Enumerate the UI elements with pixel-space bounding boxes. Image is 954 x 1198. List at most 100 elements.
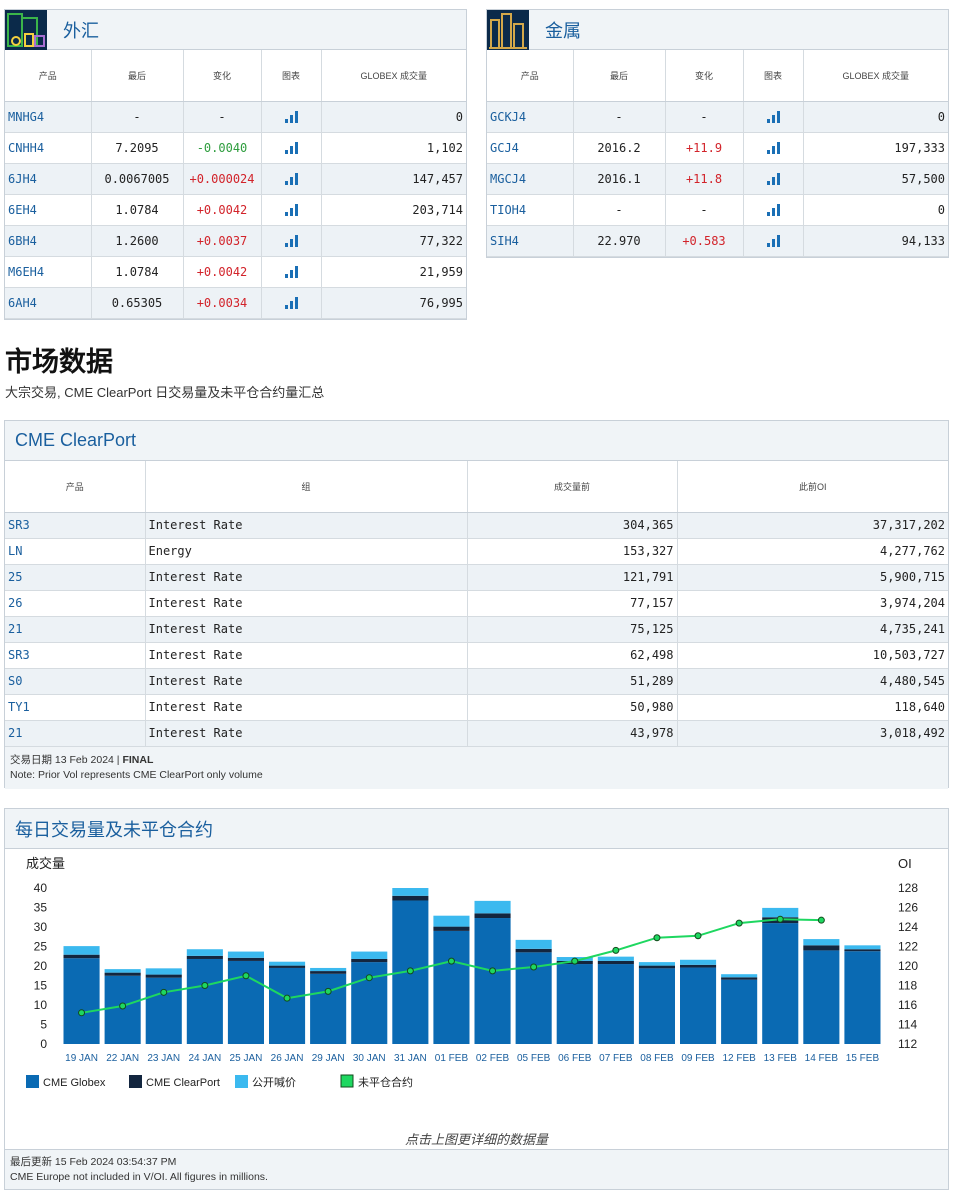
table-row: 6JH4 0.0067005 +0.000024 147,457 [5, 163, 466, 195]
product-link[interactable]: 21 [5, 720, 146, 747]
product-link[interactable]: 6EH4 [5, 194, 92, 226]
prior-volume: 304,365 [467, 512, 678, 539]
table-row: 6BH4 1.2600 +0.0037 77,322 [5, 225, 466, 257]
product-link[interactable]: CNHH4 [5, 132, 92, 164]
table-row: M6EH4 1.0784 +0.0042 21,959 [5, 256, 466, 288]
product-link[interactable]: 6BH4 [5, 225, 92, 257]
oi-point [489, 967, 497, 975]
table-row: 21 Interest Rate 75,125 4,735,241 [5, 616, 948, 643]
prior-oi: 4,735,241 [677, 616, 948, 643]
price-change: +0.583 [665, 225, 744, 257]
bar-segment [638, 968, 675, 1044]
chart-link[interactable] [261, 194, 322, 226]
legend-label: CME Globex [43, 1077, 106, 1089]
x-tick-label: 12 FEB [722, 1053, 756, 1064]
globex-volume: 0 [803, 194, 948, 226]
daily-volume-footnote: 最后更新 15 Feb 2024 03:54:37 PM CME Europe … [5, 1149, 948, 1189]
x-tick-label: 05 FEB [517, 1053, 551, 1064]
product-link[interactable]: MGCJ4 [487, 163, 574, 195]
legend-label: 未平仓合约 [358, 1075, 413, 1089]
table-row: MNHG4- -0 [5, 101, 466, 133]
bar-segment [803, 939, 840, 946]
globex-volume: 57,500 [803, 163, 948, 195]
product-link[interactable]: 25 [5, 564, 146, 591]
globex-volume: 1,102 [321, 132, 466, 164]
clearport-note: Note: Prior Vol represents CME ClearPort… [10, 768, 263, 781]
legend-label: 公开喊价 [252, 1076, 296, 1089]
product-link[interactable]: GCKJ4 [487, 101, 574, 133]
bar-segment [474, 918, 511, 1044]
product-link[interactable]: SR3 [5, 642, 146, 669]
product-link[interactable]: 26 [5, 590, 146, 617]
x-tick-label: 15 FEB [846, 1053, 880, 1064]
x-tick-label: 31 JAN [394, 1053, 427, 1064]
bar-segment [680, 964, 717, 968]
y-tick-label: 30 [34, 920, 48, 934]
y-tick-label: 5 [40, 1018, 47, 1032]
chart-link[interactable] [261, 101, 322, 133]
trade-date-line: 交易日期 13 Feb 2024 | FINAL [10, 753, 943, 768]
product-group: Interest Rate [145, 720, 468, 747]
oi-point [694, 932, 702, 940]
daily-volume-chart[interactable]: 成交量 OI 0 5 10 15 20 25 30 35 40 112 114 116 118 120 122 1… [5, 849, 948, 1149]
prior-oi: 3,018,492 [677, 720, 948, 747]
daily-volume-panel: 每日交易量及未平仓合约 成交量 OI 0 5 10 15 20 25 30 35 40 112 114 1… [4, 808, 949, 1190]
product-link[interactable]: 6JH4 [5, 163, 92, 195]
bar-segment [269, 961, 306, 966]
oi-point [324, 987, 332, 995]
last-updated: 最后更新 15 Feb 2024 03:54:37 PM [10, 1156, 177, 1168]
product-link[interactable]: MNHG4 [5, 101, 92, 133]
product-link[interactable]: 21 [5, 616, 146, 643]
x-tick-label: 24 JAN [188, 1053, 221, 1064]
x-tick-label: 08 FEB [640, 1053, 674, 1064]
chart-link[interactable] [743, 163, 804, 195]
bar-segment [638, 962, 675, 966]
prior-oi: 37,317,202 [677, 512, 948, 539]
product-link[interactable]: 6AH4 [5, 287, 92, 319]
metals-table-header: 产品 最后 变化 图表 GLOBEX 成交量 [487, 50, 948, 102]
chart-link[interactable] [261, 132, 322, 164]
chart-bars-icon [284, 235, 298, 248]
chart-link[interactable] [261, 163, 322, 195]
x-tick-label: 29 JAN [312, 1053, 345, 1064]
clearport-col-volume: 成交量前 [467, 461, 678, 513]
bar-segment [721, 979, 758, 1044]
product-link[interactable]: S0 [5, 668, 146, 695]
product-group: Interest Rate [145, 668, 468, 695]
chart-link[interactable] [743, 101, 804, 133]
chart-link[interactable] [743, 194, 804, 226]
table-row: LN Energy 153,327 4,277,762 [5, 538, 948, 565]
fx-logo-icon [5, 9, 47, 50]
oi-point [817, 916, 825, 924]
bar-segment [597, 960, 634, 965]
chart-link[interactable] [261, 256, 322, 288]
globex-volume: 0 [803, 101, 948, 133]
fx-title: 外汇 [63, 20, 99, 41]
bar-segment [310, 971, 347, 974]
trade-date-label: 交易日期 13 Feb 2024 | [10, 753, 123, 766]
bar-segment [310, 967, 347, 972]
product-link[interactable]: SIH4 [487, 225, 574, 257]
globex-volume: 0 [321, 101, 466, 133]
chart-click-hint[interactable]: 点击上图更详细的数据量 [5, 1129, 948, 1148]
bar-segment [186, 955, 223, 959]
product-link[interactable]: TIOH4 [487, 194, 574, 226]
product-link[interactable]: LN [5, 538, 146, 565]
oi-point [201, 982, 209, 989]
prior-volume: 62,498 [467, 642, 678, 669]
chart-link[interactable] [743, 225, 804, 257]
table-row: GCKJ4- -0 [487, 101, 948, 133]
chart-link[interactable] [743, 132, 804, 164]
product-group: Interest Rate [145, 616, 468, 643]
y-tick-label: 25 [34, 940, 48, 954]
product-link[interactable]: GCJ4 [487, 132, 574, 164]
table-row: SIH4 22.970 +0.583 94,133 [487, 225, 948, 257]
product-link[interactable]: SR3 [5, 512, 146, 539]
chart-link[interactable] [261, 287, 322, 319]
prior-volume: 51,289 [467, 668, 678, 695]
chart-link[interactable] [261, 225, 322, 257]
chart-bars-icon [766, 235, 780, 248]
product-link[interactable]: TY1 [5, 694, 146, 721]
metals-col-change: 变化 [665, 50, 744, 102]
product-link[interactable]: M6EH4 [5, 256, 92, 288]
